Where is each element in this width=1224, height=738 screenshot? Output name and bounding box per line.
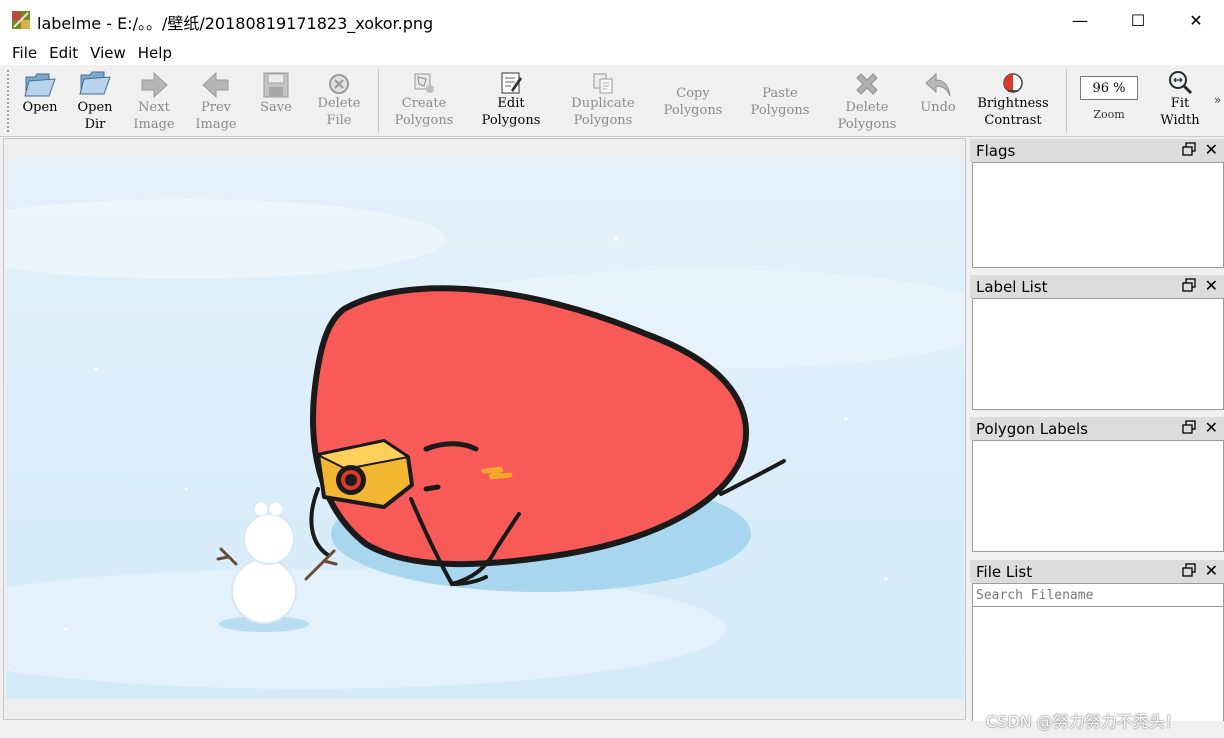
restore-icon[interactable] [1182,278,1196,292]
minimize-button[interactable]: — [1051,0,1109,40]
fit-width-label: Fit Width [1160,96,1200,128]
fit-width-button[interactable]: Fit Width [1152,65,1208,137]
label-list-dock-title: Label List [976,277,1048,296]
duplicate-icon [593,73,613,94]
window-title: labelme - E:/。。/壁纸/20180819171823_xokor.… [37,14,434,33]
open-button[interactable]: Open [16,65,64,137]
copy-polygons-label: Copy Polygons [663,86,723,118]
delete-polygons-button[interactable]: Delete Polygons [832,65,902,137]
paste-polygons-label: Paste Polygons [750,86,810,118]
delete-file-label: Delete File [317,96,361,128]
file-list-dock-title: File List [976,562,1033,581]
prev-image-label: Prev Image [195,100,237,132]
flags-dock-title: Flags [976,141,1016,160]
menu-file[interactable]: File [6,44,43,62]
delete-circle-icon [329,74,349,94]
close-button[interactable]: ✕ [1167,0,1224,40]
restore-icon[interactable] [1182,420,1196,434]
open-dir-button[interactable]: Open Dir [70,65,120,137]
duplicate-polygons-button[interactable]: Duplicate Polygons [564,65,642,137]
flags-dock: Flags ✕ [970,139,1224,268]
create-polygons-label: Create Polygons [394,96,454,128]
label-list[interactable] [972,298,1224,410]
restore-icon[interactable] [1182,142,1196,156]
edit-polygons-button[interactable]: Edit Polygons [476,65,546,137]
label-list-dock-header[interactable]: Label List ✕ [970,275,1224,298]
loaded-image [6,159,965,699]
zoom-input[interactable]: 96 % [1080,76,1138,100]
folder-open-icon [24,73,56,97]
arrow-right-icon [141,71,168,99]
arrow-left-icon [202,71,229,99]
prev-image-button[interactable]: Prev Image [189,65,243,137]
restore-icon[interactable] [1182,563,1196,577]
undo-icon [925,72,951,97]
undo-label: Undo [920,100,956,115]
duplicate-polygons-label: Duplicate Polygons [571,96,635,128]
polygon-labels-list[interactable] [972,440,1224,552]
next-image-label: Next Image [133,100,175,132]
polygon-labels-dock-title: Polygon Labels [976,419,1088,438]
menu-bar: File Edit View Help [0,40,1224,65]
toolbar-grip[interactable] [6,69,10,133]
cross-icon [856,73,878,95]
close-icon[interactable]: ✕ [1205,418,1218,437]
delete-file-button[interactable]: Delete File [310,65,368,137]
save-label: Save [260,100,292,115]
paste-polygons-button[interactable]: Paste Polygons [745,65,815,137]
close-icon[interactable]: ✕ [1205,276,1218,295]
brightness-icon [1003,73,1023,93]
toolbar-separator [1066,69,1067,133]
app-icon [12,11,30,29]
toolbar-overflow-button[interactable]: » [1214,93,1221,107]
save-button[interactable]: Save [252,65,300,137]
search-filename-input[interactable] [973,585,1223,607]
label-list-dock: Label List ✕ [970,275,1224,410]
toolbar-separator [378,69,379,133]
maximize-button[interactable]: ☐ [1109,0,1167,40]
open-dir-label: Open Dir [77,100,113,132]
title-bar[interactable]: labelme - E:/。。/壁纸/20180819171823_xokor.… [0,0,1224,40]
undo-button[interactable]: Undo [914,65,962,137]
edit-polygons-label: Edit Polygons [481,96,541,128]
flags-list[interactable] [972,162,1224,268]
floppy-icon [263,72,289,98]
labelme-window: labelme - E:/。。/壁纸/20180819171823_xokor.… [0,0,1224,738]
close-icon[interactable]: ✕ [1205,140,1218,159]
next-image-button[interactable]: Next Image [127,65,181,137]
flags-dock-header[interactable]: Flags ✕ [970,139,1224,162]
toolbar: Open Open Dir Next Image Prev Image Save… [0,65,1224,137]
close-icon[interactable]: ✕ [1205,561,1218,580]
watermark: CSDN @努力努力不秃头！ [986,712,1181,731]
file-list-dock-header[interactable]: File List ✕ [970,560,1224,583]
copy-polygons-button[interactable]: Copy Polygons [658,65,728,137]
create-polygons-button[interactable]: Create Polygons [390,65,458,137]
menu-view[interactable]: View [84,44,132,62]
delete-polygons-label: Delete Polygons [837,100,897,132]
image-canvas[interactable] [3,138,966,720]
polygon-labels-dock-header[interactable]: Polygon Labels ✕ [970,417,1224,440]
polygon-labels-dock: Polygon Labels ✕ [970,417,1224,552]
brightness-contrast-button[interactable]: Brightness Contrast [970,65,1056,137]
folder-open-icon [79,71,111,95]
magnifier-icon [1169,71,1193,95]
polygon-create-icon [414,73,434,93]
open-label: Open [22,100,58,115]
brightness-contrast-label: Brightness Contrast [977,96,1049,128]
menu-edit[interactable]: Edit [43,44,84,62]
edit-icon [501,72,522,94]
menu-help[interactable]: Help [132,44,178,62]
zoom-label: Zoom [1093,108,1125,121]
